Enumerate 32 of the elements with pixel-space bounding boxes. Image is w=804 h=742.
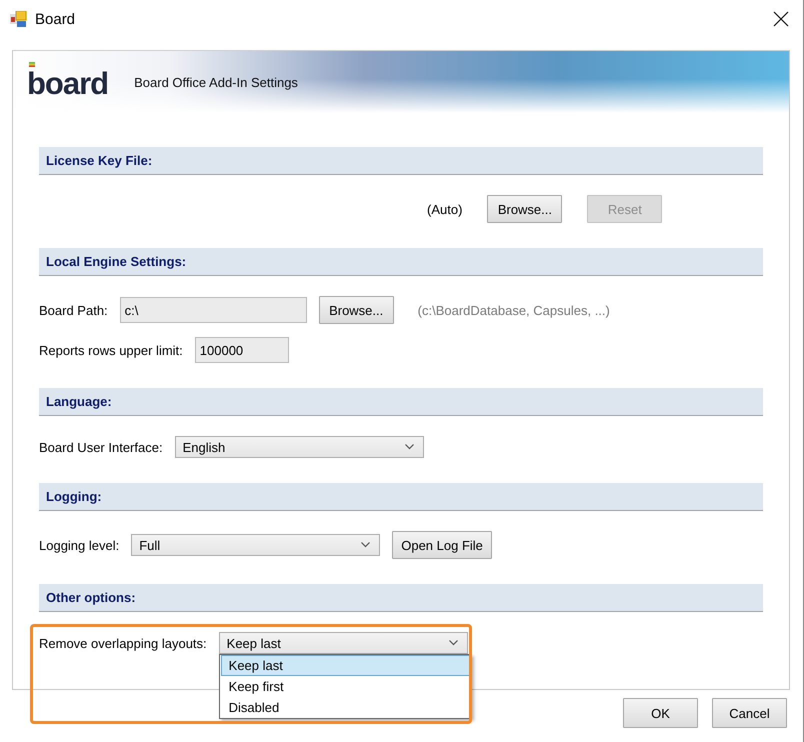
section-header: Logging: (39, 483, 763, 511)
field-label: Board User Interface: (39, 440, 163, 454)
section-header: Other options: (39, 584, 763, 612)
window-title: Board (35, 10, 76, 28)
path-hint: (c:\BoardDatabase, Capsules, ...) (418, 302, 610, 318)
action-button[interactable]: Open Log File (392, 531, 492, 559)
chevron-icon (361, 542, 370, 548)
header-title: Board Office Add-In Settings (134, 74, 298, 90)
dropdown[interactable]: Full (131, 534, 380, 556)
input-field[interactable]: 100000 (194, 337, 289, 363)
action-button[interactable]: Browse... (487, 195, 562, 223)
chevron-icon (404, 444, 414, 450)
section-header: Local Engine Settings: (39, 248, 763, 276)
logo: board (27, 62, 108, 102)
section-header: Language: (39, 388, 763, 416)
dialog-button[interactable]: OK (623, 698, 698, 728)
chevron-icon (448, 640, 458, 646)
dropdown-option[interactable]: Disabled (220, 697, 470, 718)
license-status: (Auto) (427, 202, 462, 216)
field-label: Remove overlapping layouts: (39, 636, 207, 650)
dropdown-option[interactable]: Keep last (220, 655, 470, 676)
section-header: License Key File: (39, 147, 763, 175)
dropdown[interactable]: English (174, 436, 424, 458)
field-label: Board Path: (39, 302, 108, 318)
dialog-button[interactable]: Cancel (712, 698, 787, 728)
input-field[interactable]: c:\ (120, 297, 307, 323)
dropdown-option[interactable]: Keep first (220, 676, 470, 697)
field-label: Logging level: (39, 538, 120, 552)
close-icon[interactable] (773, 11, 789, 27)
field-label: Reports rows upper limit: (39, 342, 183, 358)
app-icon (10, 10, 27, 28)
action-button[interactable]: Browse... (318, 296, 394, 324)
